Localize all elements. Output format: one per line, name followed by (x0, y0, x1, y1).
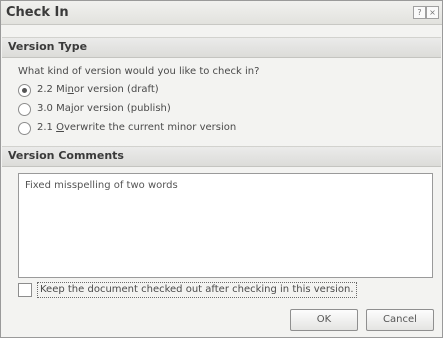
radio-button-minor[interactable] (18, 84, 31, 97)
dialog-title: Check In (6, 5, 69, 20)
title-bar: Check In ? × (1, 1, 442, 25)
check-in-dialog: Check In ? × Version Type What kind of v… (0, 0, 443, 338)
ok-button[interactable]: OK (290, 309, 358, 331)
version-comments-textarea[interactable]: Fixed misspelling of two words (18, 173, 433, 278)
radio-label-overwrite[interactable]: 2.1 Overwrite the current minor version (37, 122, 236, 133)
version-type-header: Version Type (2, 37, 441, 58)
keep-checked-out-checkbox[interactable] (18, 283, 32, 297)
version-comments-title: Version Comments (8, 149, 124, 162)
help-icon[interactable]: ? (413, 6, 426, 19)
radio-button-major[interactable] (18, 103, 31, 116)
cancel-button[interactable]: Cancel (366, 309, 434, 331)
radio-label-major[interactable]: 3.0 Major version (publish) (37, 103, 171, 114)
close-icon[interactable]: × (426, 6, 439, 19)
radio-button-overwrite[interactable] (18, 122, 31, 135)
version-question: What kind of version would you like to c… (18, 66, 260, 77)
version-comments-header: Version Comments (2, 146, 441, 167)
version-type-title: Version Type (8, 40, 88, 53)
radio-label-minor[interactable]: 2.2 Minor version (draft) (37, 84, 159, 95)
keep-checked-out-label[interactable]: Keep the document checked out after chec… (37, 282, 357, 298)
